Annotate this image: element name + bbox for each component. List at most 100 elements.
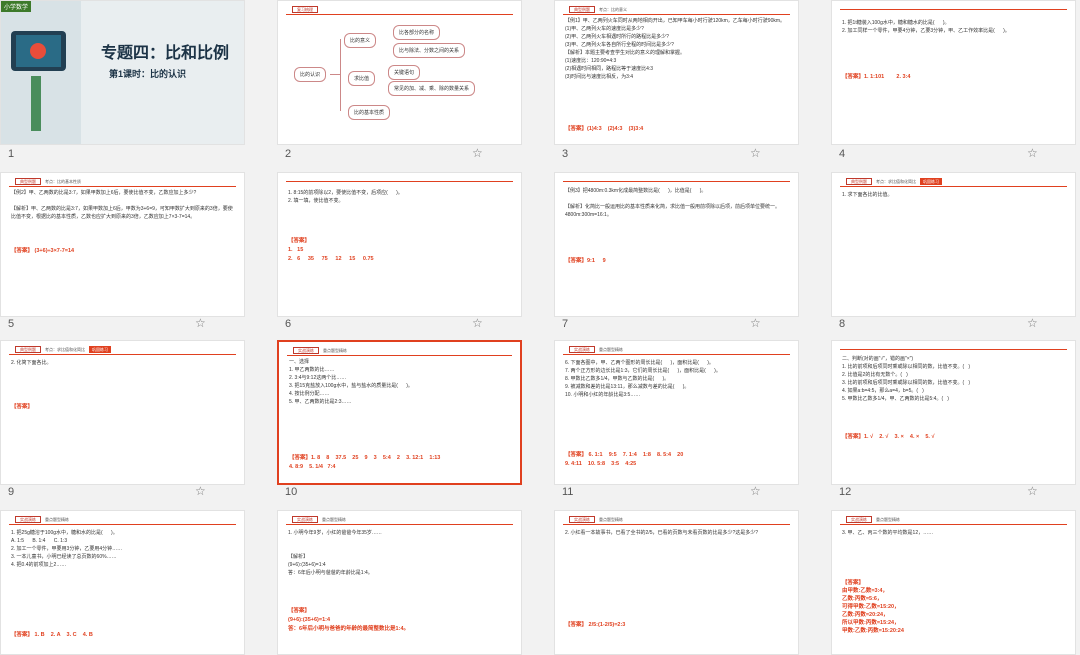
slide-answer: 【答案】(1)4:3 (2)4:3 (3)3:4 [565, 126, 644, 132]
star-icon[interactable]: ☆ [1027, 316, 1038, 330]
slide-header: 实战演练 重点题型精练 [15, 516, 69, 524]
star-icon[interactable]: ☆ [472, 316, 483, 330]
slide-body: 【例2】甲、乙两数的比是3:7，如果甲数加上6后，要使比值不变，乙数应加上多少?… [11, 190, 233, 220]
star-icon[interactable]: ☆ [472, 146, 483, 160]
header-rule [563, 14, 790, 15]
header-rule [840, 186, 1067, 187]
header-tag: 典型例题 [15, 346, 41, 353]
slide-number: 9 [8, 486, 15, 498]
slide-body: 【例3】把4800m:0.3km化成最简整数比是( )，比值是( )。 【解析】… [565, 188, 781, 218]
header-topic: 重点题型精练 [876, 517, 900, 522]
slide-thumb-14[interactable]: 实战演练 重点题型精练 1. 小明今年9岁，小红的爸爸今年35岁…… 【解析】 (… [277, 510, 522, 655]
slide-thumb-10-selected[interactable]: 实战演练 重点题型精练 一、选择 1. 甲乙两数的比…… 2. 3:4与9:12这… [277, 340, 522, 485]
mindmap-branch: 求比值 [348, 71, 376, 86]
tablet-illustration-icon [11, 31, 66, 131]
slide-answer: 【答案】 (9+6):(35+6)=1:4 答：6年后小明与爸爸的年龄的最简整数… [288, 608, 410, 632]
slide-answer: 【答案】 由甲数:乙数=3:4， 乙数:丙数=5:6， 可得甲数:乙数=15:2… [842, 580, 904, 634]
header-rule [9, 186, 236, 187]
header-tag: 实战演练 [292, 516, 318, 523]
slide-number: 7 [562, 318, 569, 330]
slide-answer: 【答案】 2/5:(1-2/5)=2:3 [565, 622, 626, 628]
slide-number: 4 [839, 148, 846, 160]
slide-thumb-1[interactable]: 小学数学 专题四：比和比例 第1课时：比的认识 [0, 0, 245, 145]
header-rule [286, 14, 513, 15]
slide-thumb-4[interactable]: 1. 把1t糖装入100g水中，糖和糖水的比是( )。 2. 加工同样一个零件，… [831, 0, 1076, 145]
star-icon[interactable]: ☆ [750, 316, 761, 330]
slide-answer: 【答案】 (3+6)÷3×7-7=14 [11, 248, 75, 254]
slide-thumb-15[interactable]: 实战演练 重点题型精练 2. 小红看一本故事书，已看了全书的2/5，已看的页数与未… [554, 510, 799, 655]
slide-thumb-16[interactable]: 实战演练 重点题型精练 3. 甲、乙、丙三个数的平均数是12，…… 【答案】 由甲… [831, 510, 1076, 655]
star-icon[interactable]: ☆ [1027, 484, 1038, 498]
slide-thumb-12[interactable]: 二、判断(对的画"√"，错的画"×") 1. 比的前项和后项同时乘或除以相同的数… [831, 340, 1076, 485]
slide-header: 实战演练 重点题型精练 [569, 346, 623, 354]
mindmap-leaf: 关键语句 [388, 65, 421, 80]
slide-header: 典型例题 考点：求比值和化简比 巩固练习 [15, 346, 111, 354]
slide-number: 10 [285, 486, 298, 498]
slide-number: 11 [562, 486, 574, 498]
slide-body: 1. 把1t糖装入100g水中，糖和糖水的比是( )。 2. 加工同样一个零件，… [842, 20, 1010, 34]
slide-thumb-6[interactable]: 1. 8:15的前项除以2，要使比值不变，后项应( )。 2. 填一填，使比值不… [277, 172, 522, 317]
slide-number: 3 [562, 148, 569, 160]
header-tag: 实战演练 [15, 516, 41, 523]
slide-number: 12 [839, 486, 852, 498]
slide-body: 1. 把25g糖溶于100g水中，糖和水的比是( )。 A. 1:5 B. 1:… [11, 530, 123, 568]
slide-body: 2. 化简下面各比。 [11, 360, 52, 366]
slide-header: 典型例题 考点：求比值和化简比 巩固练习 [846, 178, 942, 186]
slide-body: 二、判断(对的画"√"，错的画"×") 1. 比的前项和后项同时乘或除以相同的数… [842, 356, 971, 402]
slide-answer: 【答案】 [11, 404, 34, 410]
star-icon[interactable]: ☆ [1027, 146, 1038, 160]
header-topic: 重点题型精练 [45, 517, 69, 522]
header-topic: 考点：求比值和化简比 [45, 347, 85, 352]
header-tag: 典型例题 [15, 178, 41, 185]
mindmap-connector [330, 74, 340, 75]
header-topic: 考点：比的基本性质 [45, 179, 81, 184]
slide-thumb-8[interactable]: 典型例题 考点：求比值和化简比 巩固练习 1. 求下面各比的比值。 [831, 172, 1076, 317]
star-icon[interactable]: ☆ [750, 146, 761, 160]
slide-number: 6 [285, 318, 292, 330]
mindmap-connector [340, 39, 341, 111]
slide-thumb-3[interactable]: 典型例题 考点：比的意义 【例1】甲、乙两列火车同时从两地相向开出，已知甲车每小时… [554, 0, 799, 145]
slide-header: 复习梳理 [292, 6, 318, 14]
header-rule [9, 354, 236, 355]
star-icon[interactable]: ☆ [195, 316, 206, 330]
slide-answer: 【答案】1. 1:101 2. 3:4 [842, 74, 911, 80]
header-tag: 典型例题 [569, 6, 595, 13]
star-icon[interactable]: ☆ [750, 484, 761, 498]
header-badge: 巩固练习 [89, 346, 111, 353]
slide-thumb-9[interactable]: 典型例题 考点：求比值和化简比 巩固练习 2. 化简下面各比。 【答案】 [0, 340, 245, 485]
slide-body: 【例1】甲、乙两列火车同时从两地相向开出，已知甲车每小时行驶120km，乙车每小… [565, 18, 786, 80]
slide-thumb-2[interactable]: 复习梳理 比的认识 比的意义 求比值 比的基本性质 比各部分的名称 比与除法、分… [277, 0, 522, 145]
slide-answer: 【答案】9:1 9 [565, 258, 606, 264]
slide-header: 实战演练 重点题型精练 [292, 516, 346, 524]
mindmap-leaf: 比各部分的名称 [393, 25, 441, 40]
star-icon[interactable]: ☆ [195, 484, 206, 498]
slide-grid: 小学数学 专题四：比和比例 第1课时：比的认识 1 复习梳理 比的认识 比的意义… [0, 0, 1080, 655]
slide-thumb-7[interactable]: 【例3】把4800m:0.3km化成最简整数比是( )，比值是( )。 【解析】… [554, 172, 799, 317]
cover-subtitle: 第1课时：比的认识 [109, 69, 187, 79]
header-badge: 巩固练习 [920, 178, 942, 185]
slide-number: 1 [8, 148, 15, 160]
slide-answer: 【答案】 1. 15 2. 6 35 75 12 15 0.75 [288, 238, 374, 262]
header-rule [9, 524, 236, 525]
header-rule [840, 9, 1067, 10]
header-topic: 重点题型精练 [322, 517, 346, 522]
header-tag: 实战演练 [569, 346, 595, 353]
slide-header: 实战演练 重点题型精练 [569, 516, 623, 524]
slide-thumb-11[interactable]: 实战演练 重点题型精练 6. 下面各图中，甲、乙两个图形的周长比是( )，面积比是… [554, 340, 799, 485]
cover-image [1, 1, 81, 144]
header-topic: 考点：比的意义 [599, 7, 627, 12]
slide-number: 2 [285, 148, 292, 160]
slide-answer: 【答案】 1. B 2. A 3. C 4. B [11, 632, 93, 638]
slide-body: 一、选择 1. 甲乙两数的比…… 2. 3:4与9:12这两个比…… 3. 把1… [289, 359, 413, 405]
slide-answer: 【答案】1. √ 2. √ 3. × 4. × 5. √ [842, 434, 935, 440]
header-rule [563, 524, 790, 525]
header-topic: 重点题型精练 [323, 348, 347, 353]
slide-thumb-5[interactable]: 典型例题 考点：比的基本性质 【例2】甲、乙两数的比是3:7，如果甲数加上6后，要… [0, 172, 245, 317]
header-topic: 考点：求比值和化简比 [876, 179, 916, 184]
slide-thumb-13[interactable]: 实战演练 重点题型精练 1. 把25g糖溶于100g水中，糖和水的比是( )。 A… [0, 510, 245, 655]
header-rule [286, 181, 513, 182]
slide-header: 典型例题 考点：比的基本性质 [15, 178, 81, 186]
slide-number: 5 [8, 318, 15, 330]
mindmap-branch: 比的意义 [344, 33, 377, 48]
slide-body: 1. 求下面各比的比值。 [842, 192, 893, 198]
